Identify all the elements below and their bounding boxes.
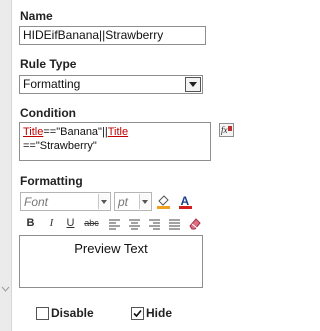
- rule-type-value: Formatting: [23, 77, 81, 91]
- justify-icon[interactable]: [165, 214, 184, 233]
- chevron-down-icon[interactable]: [98, 194, 109, 209]
- svg-text:fx: fx: [221, 125, 228, 135]
- underline-button[interactable]: U: [61, 214, 80, 233]
- italic-button[interactable]: I: [42, 214, 61, 233]
- condition-text: =="Strawberry": [23, 140, 97, 152]
- align-right-icon[interactable]: [145, 214, 164, 233]
- font-color-icon[interactable]: A: [176, 192, 195, 211]
- font-size-select[interactable]: pt: [114, 192, 152, 211]
- svg-text:A: A: [181, 194, 190, 208]
- fill-color-icon[interactable]: [154, 192, 173, 211]
- preview-box: Preview Text: [19, 235, 203, 288]
- preview-text: Preview Text: [74, 241, 148, 256]
- font-placeholder: Font: [24, 195, 49, 209]
- function-icon[interactable]: fx: [219, 123, 234, 137]
- rule-type-label: Rule Type: [20, 57, 77, 71]
- rule-type-select[interactable]: Formatting: [19, 75, 203, 94]
- strikethrough-button[interactable]: abc: [80, 214, 103, 233]
- font-family-select[interactable]: Font: [20, 192, 111, 211]
- hide-checkbox[interactable]: [131, 307, 144, 320]
- align-center-icon[interactable]: [125, 214, 144, 233]
- condition-editor[interactable]: Title=="Banana"||Title =="Strawberry": [19, 122, 211, 161]
- formatting-label: Formatting: [20, 174, 83, 188]
- chevron-down-icon[interactable]: [0, 283, 11, 295]
- condition-keyword: Title: [107, 126, 129, 138]
- condition-keyword: Title: [23, 126, 44, 138]
- disable-label: Disable: [51, 306, 94, 320]
- chevron-down-icon[interactable]: [185, 77, 201, 92]
- disable-checkbox[interactable]: [36, 307, 49, 320]
- condition-label: Condition: [20, 106, 76, 120]
- clear-format-icon[interactable]: [185, 214, 204, 233]
- name-field[interactable]: [19, 26, 206, 45]
- name-label: Name: [20, 9, 53, 23]
- align-left-icon[interactable]: [105, 214, 124, 233]
- bold-button[interactable]: B: [21, 214, 40, 233]
- left-gutter: [0, 0, 12, 331]
- condition-text: =="Banana"||: [43, 126, 108, 138]
- chevron-down-icon[interactable]: [139, 194, 150, 209]
- hide-label: Hide: [146, 306, 173, 320]
- size-placeholder: pt: [118, 195, 129, 209]
